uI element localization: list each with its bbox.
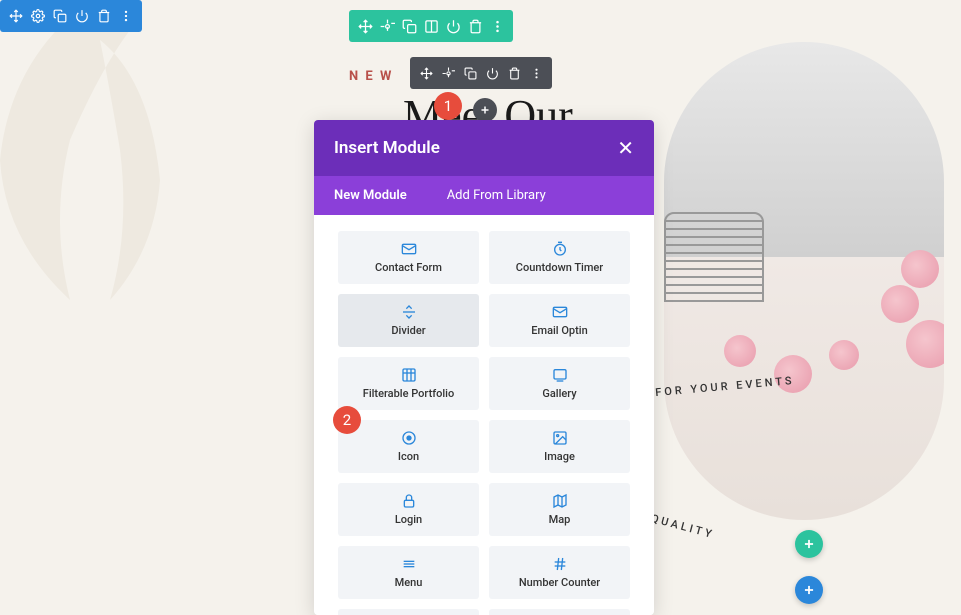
module-tile-person[interactable]: Person xyxy=(338,609,479,615)
mail-icon xyxy=(495,304,624,320)
add-module-button[interactable] xyxy=(473,98,497,122)
lock-icon xyxy=(344,493,473,509)
module-label: Email Optin xyxy=(495,324,624,337)
module-label: Divider xyxy=(344,324,473,337)
section-toolbar xyxy=(0,0,142,32)
module-label: Image xyxy=(495,450,624,463)
trash-icon[interactable] xyxy=(94,4,114,28)
module-toolbar xyxy=(410,57,552,89)
duplicate-icon[interactable] xyxy=(50,4,70,28)
hero-image xyxy=(664,42,944,520)
timer-icon xyxy=(495,241,624,257)
modal-title: Insert Module xyxy=(334,138,440,158)
new-badge: N E W xyxy=(349,69,393,84)
module-tile-filterable-portfolio[interactable]: Filterable Portfolio xyxy=(338,357,479,410)
module-tile-image[interactable]: Image xyxy=(489,420,630,473)
modal-tabs: New Module Add From Library xyxy=(314,176,654,215)
step-badge-2: 2 xyxy=(333,406,361,434)
power-icon[interactable] xyxy=(443,14,463,38)
trash-icon[interactable] xyxy=(504,61,524,85)
module-label: Number Counter xyxy=(495,576,624,589)
duplicate-icon[interactable] xyxy=(460,61,480,85)
module-label: Filterable Portfolio xyxy=(344,387,473,400)
insert-module-modal: Insert Module ✕ New Module Add From Libr… xyxy=(314,120,654,615)
settings-icon[interactable] xyxy=(377,14,397,38)
trash-icon[interactable] xyxy=(465,14,485,38)
grid-icon xyxy=(344,367,473,383)
module-tile-portfolio[interactable]: Portfolio xyxy=(489,609,630,615)
row-toolbar xyxy=(349,10,513,42)
module-tile-gallery[interactable]: Gallery xyxy=(489,357,630,410)
add-section-fab[interactable] xyxy=(795,576,823,604)
step-badge-1: 1 xyxy=(434,92,462,120)
move-icon[interactable] xyxy=(355,14,375,38)
more-icon[interactable] xyxy=(487,14,507,38)
circle-icon xyxy=(344,430,473,446)
divider-icon xyxy=(344,304,473,320)
module-tile-menu[interactable]: Menu xyxy=(338,546,479,599)
tab-new-module[interactable]: New Module xyxy=(314,176,427,215)
module-label: Countdown Timer xyxy=(495,261,624,274)
module-tile-contact-form[interactable]: Contact Form xyxy=(338,231,479,284)
module-tile-icon[interactable]: Icon xyxy=(338,420,479,473)
module-tile-divider[interactable]: Divider xyxy=(338,294,479,347)
module-label: Gallery xyxy=(495,387,624,400)
menu-icon xyxy=(344,556,473,572)
add-row-fab[interactable] xyxy=(795,530,823,558)
hash-icon xyxy=(495,556,624,572)
module-tile-countdown-timer[interactable]: Countdown Timer xyxy=(489,231,630,284)
map-icon xyxy=(495,493,624,509)
power-icon[interactable] xyxy=(482,61,502,85)
module-tile-email-optin[interactable]: Email Optin xyxy=(489,294,630,347)
move-icon[interactable] xyxy=(6,4,26,28)
module-tile-map[interactable]: Map xyxy=(489,483,630,536)
bg-leaf-decoration xyxy=(0,0,230,320)
modal-header: Insert Module ✕ xyxy=(314,120,654,176)
mail-icon xyxy=(344,241,473,257)
module-label: Menu xyxy=(344,576,473,589)
more-icon[interactable] xyxy=(526,61,546,85)
tab-add-from-library[interactable]: Add From Library xyxy=(427,176,566,215)
duplicate-icon[interactable] xyxy=(399,14,419,38)
module-tile-login[interactable]: Login xyxy=(338,483,479,536)
module-label: Login xyxy=(344,513,473,526)
more-icon[interactable] xyxy=(116,4,136,28)
image-icon xyxy=(495,430,624,446)
move-icon[interactable] xyxy=(416,61,436,85)
module-label: Icon xyxy=(344,450,473,463)
close-icon[interactable]: ✕ xyxy=(617,138,634,158)
settings-icon[interactable] xyxy=(438,61,458,85)
settings-icon[interactable] xyxy=(28,4,48,28)
power-icon[interactable] xyxy=(72,4,92,28)
columns-icon[interactable] xyxy=(421,14,441,38)
gallery-icon xyxy=(495,367,624,383)
module-tile-number-counter[interactable]: Number Counter xyxy=(489,546,630,599)
module-label: Contact Form xyxy=(344,261,473,274)
module-label: Map xyxy=(495,513,624,526)
modal-body: Contact Form Countdown Timer Divider Email … xyxy=(314,215,654,615)
